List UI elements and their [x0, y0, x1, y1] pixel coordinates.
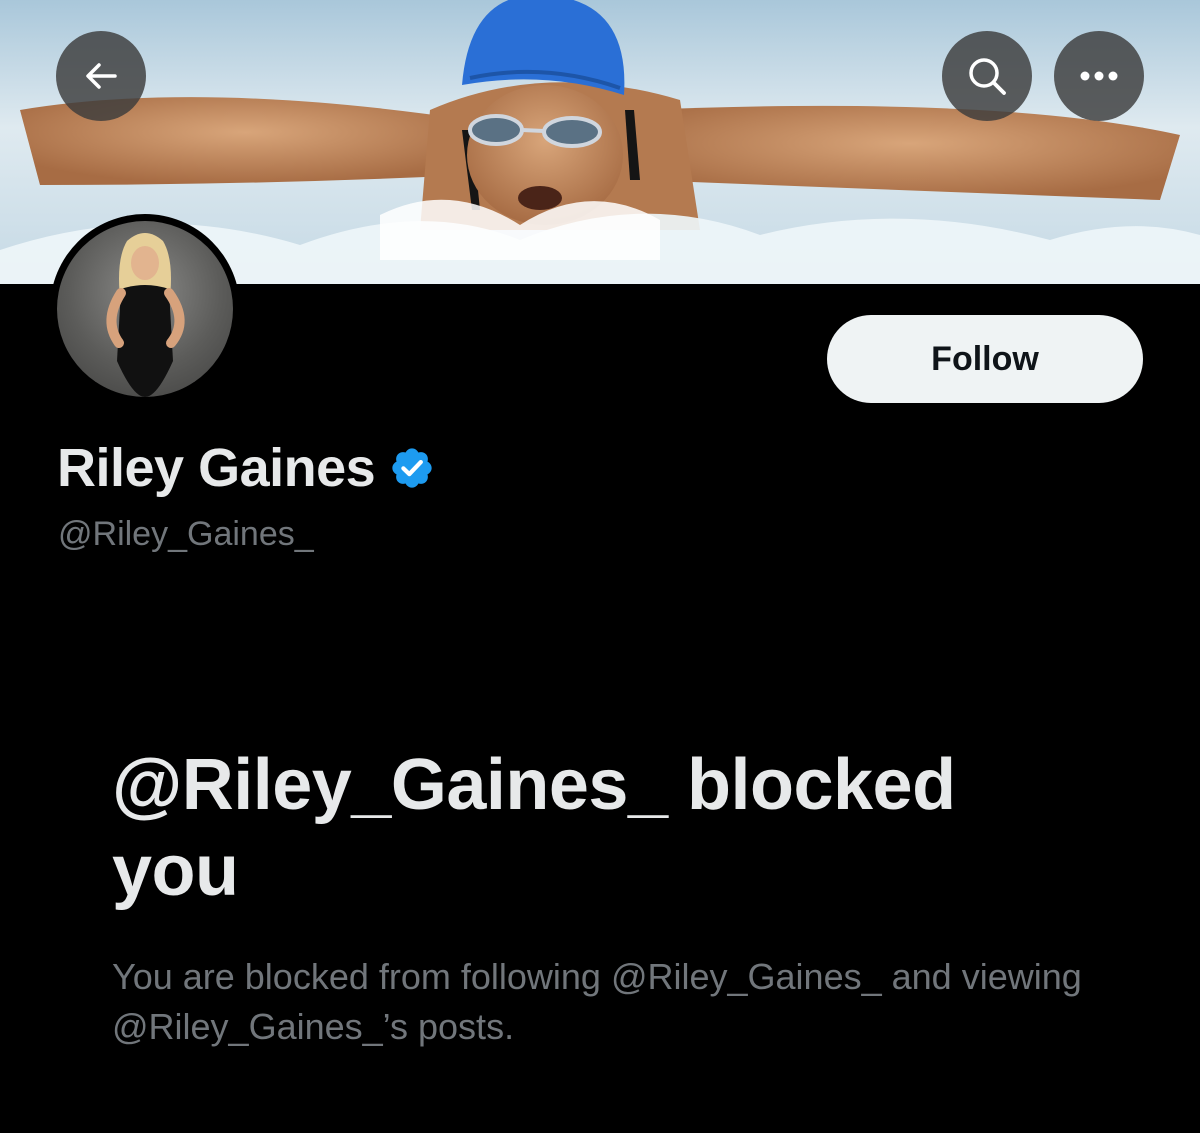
display-name: Riley Gaines: [57, 438, 376, 498]
more-horizontal-icon: [1080, 71, 1118, 81]
profile-name-row: Riley Gaines: [57, 436, 435, 500]
avatar-photo: [106, 233, 185, 397]
verified-badge-icon[interactable]: [389, 445, 435, 491]
search-button[interactable]: [942, 31, 1032, 121]
back-button[interactable]: [56, 31, 146, 121]
follow-button[interactable]: Follow: [827, 315, 1143, 403]
profile-handle: @Riley_Gaines_: [58, 515, 314, 553]
search-icon: [969, 58, 1006, 95]
blocked-title: @Riley_Gaines_ blocked you: [112, 745, 956, 911]
profile-avatar[interactable]: [50, 214, 240, 404]
arrow-left-icon: [86, 63, 117, 89]
more-options-button[interactable]: [1054, 31, 1144, 121]
blocked-message: You are blocked from following @Riley_Ga…: [112, 956, 1082, 1047]
